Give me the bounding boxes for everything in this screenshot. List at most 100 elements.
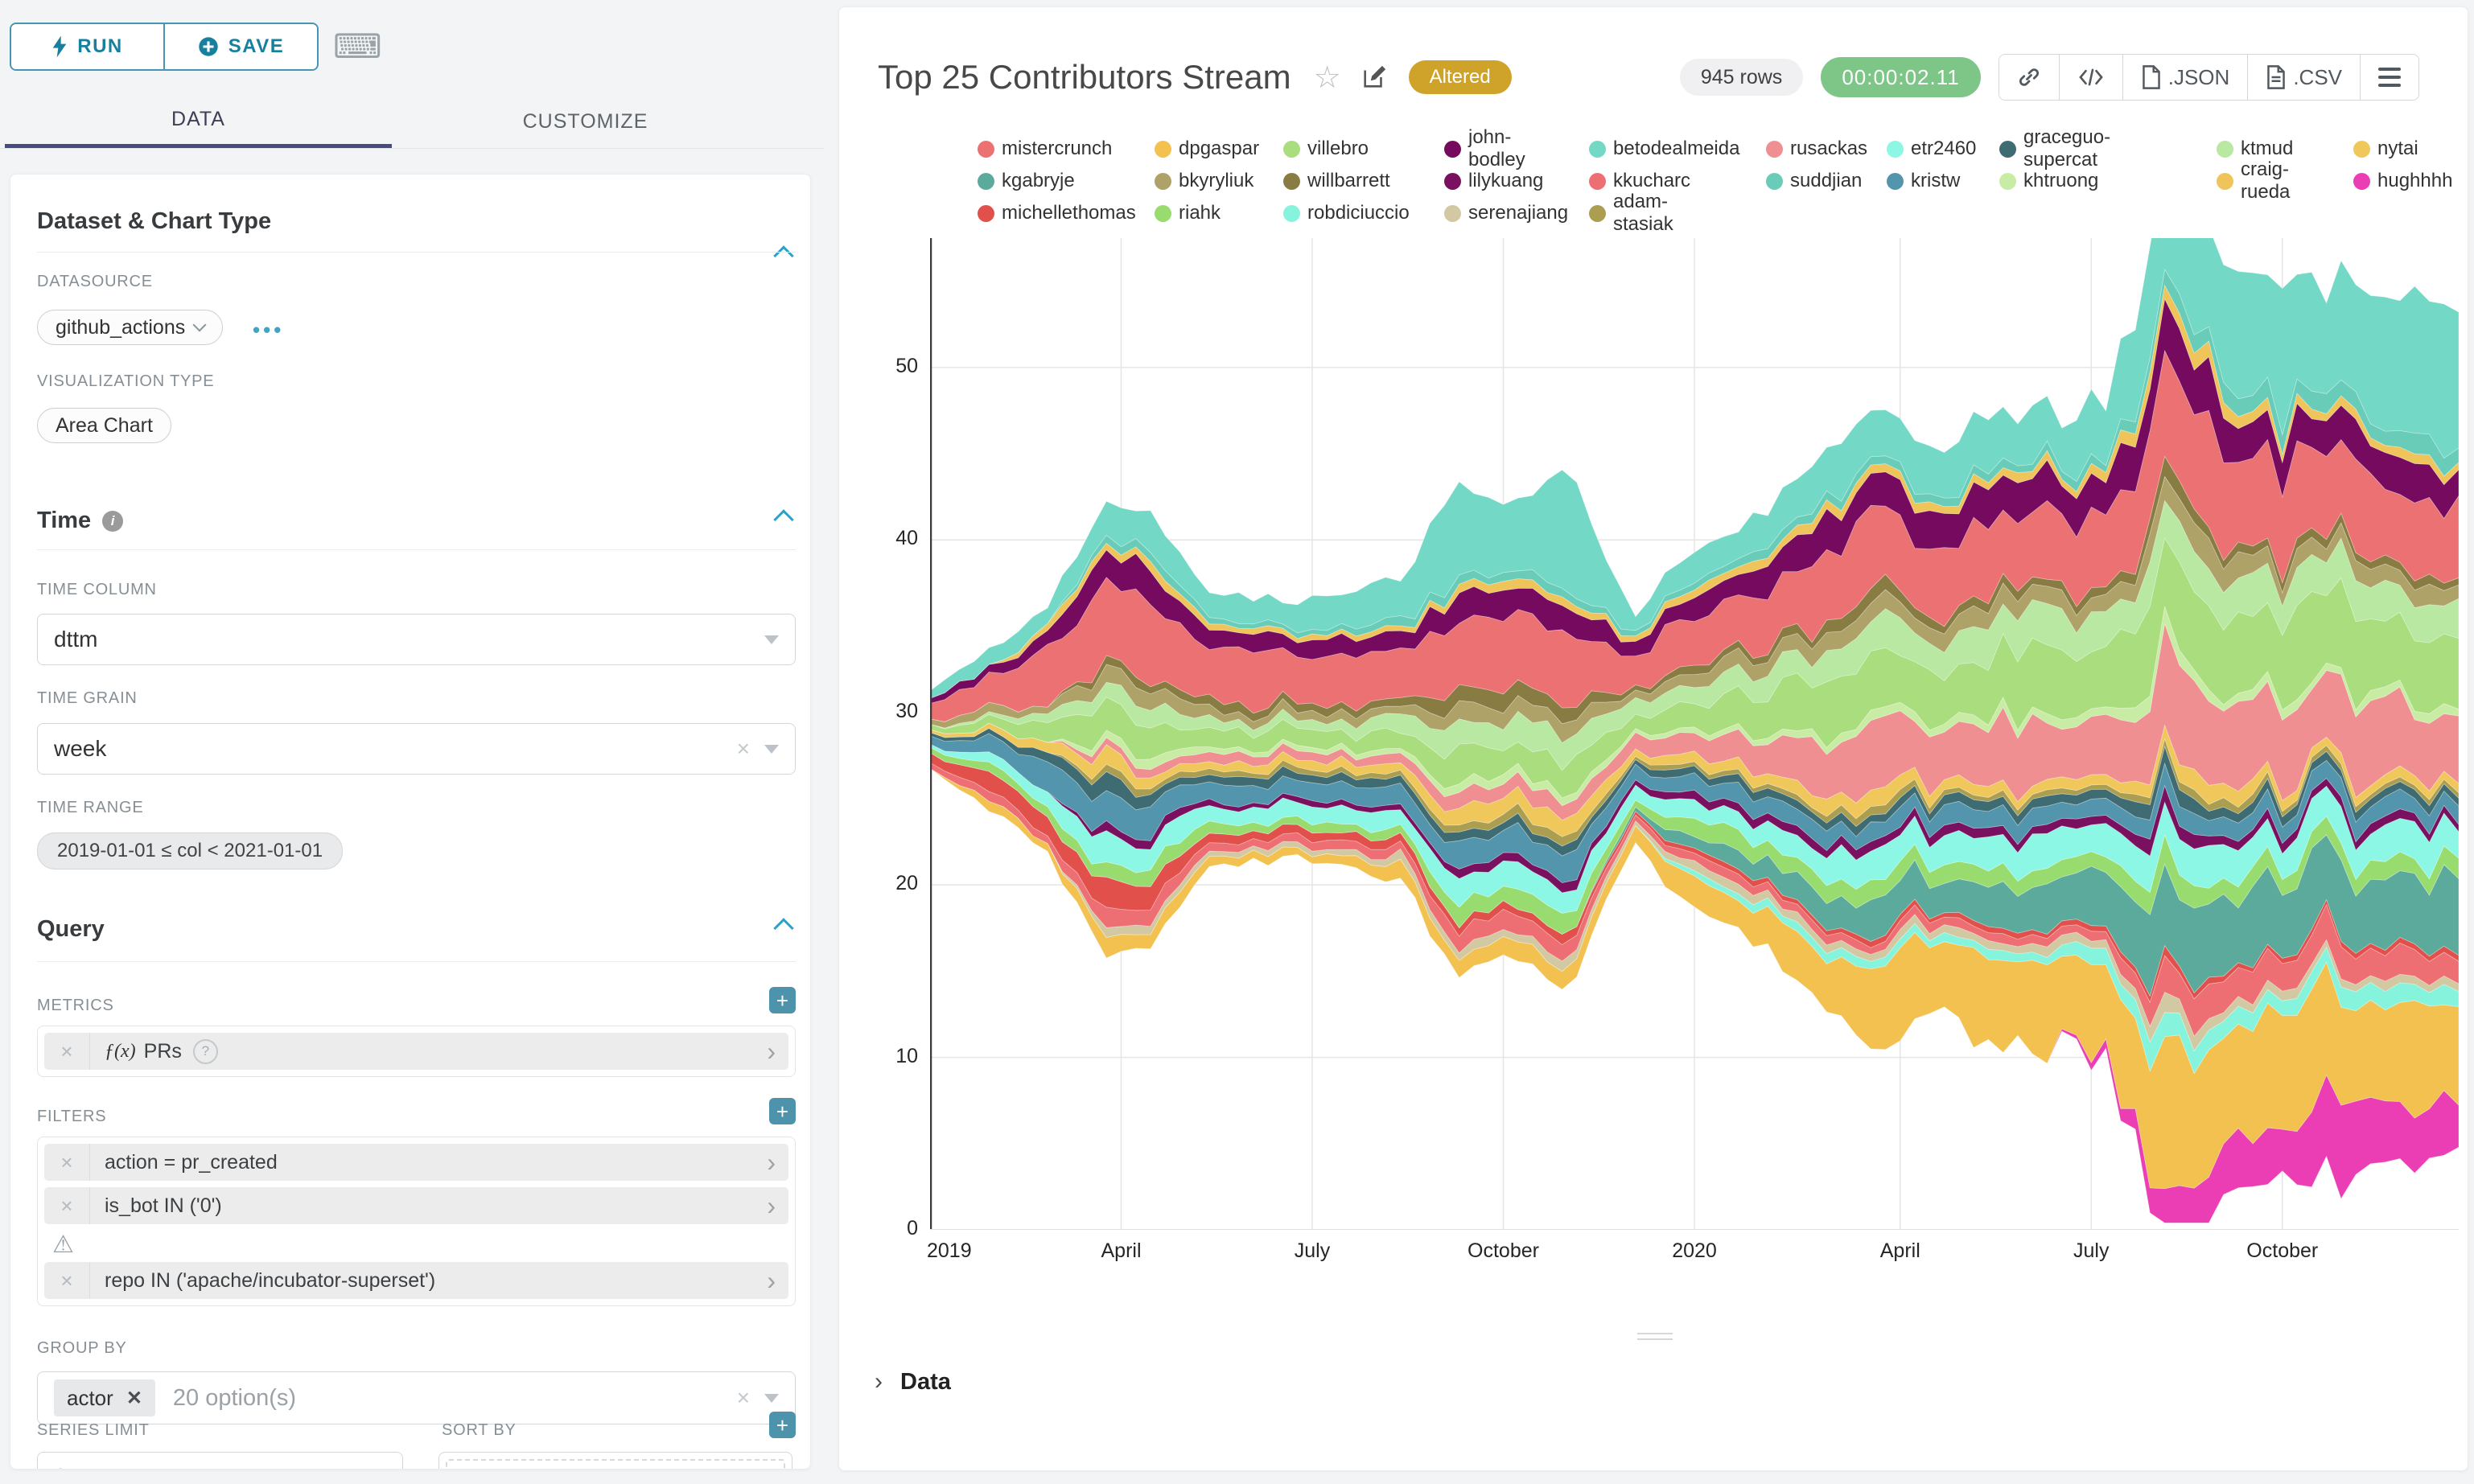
metric-value: PRs: [144, 1040, 182, 1063]
collapse-icon[interactable]: [773, 245, 793, 265]
legend-label: serenajiang: [1468, 202, 1568, 224]
sort-by-select[interactable]: [438, 1452, 792, 1470]
lightning-icon: [51, 35, 68, 58]
y-tick-label: 30: [841, 700, 918, 723]
add-metric-button[interactable]: +: [769, 987, 796, 1013]
resize-handle[interactable]: [1637, 1333, 1673, 1344]
legend-dot-icon: [1444, 205, 1461, 222]
info-icon: i: [102, 511, 123, 532]
legend-item[interactable]: kgabryje: [978, 166, 1075, 195]
stream-area-chart[interactable]: [930, 238, 2459, 1230]
time-column-value: dttm: [54, 627, 97, 652]
tab-data[interactable]: DATA: [5, 95, 392, 148]
chevron-right-icon: ›: [767, 1037, 788, 1067]
section-divider: [37, 549, 796, 550]
warning-icon: ⚠: [52, 1231, 788, 1259]
keyboard-shortcut-icon[interactable]: ⌨: [333, 30, 382, 64]
legend-label: kristw: [1911, 170, 1960, 192]
legend-dot-icon: [978, 205, 994, 222]
metric-pill[interactable]: × ƒ(x) PRs ? ›: [44, 1033, 788, 1070]
legend-label: mistercrunch: [1002, 138, 1112, 160]
run-button[interactable]: RUN: [11, 24, 163, 69]
control-panel: RUN SAVE ⌨ DATA CUSTOMIZE Dataset & Char…: [0, 0, 824, 1484]
legend-item[interactable]: mistercrunch: [978, 134, 1112, 163]
collapse-icon[interactable]: [773, 509, 793, 529]
legend-item[interactable]: kristw: [1887, 166, 1960, 195]
series-limit-input[interactable]: 25: [37, 1452, 403, 1470]
clear-icon[interactable]: ×: [737, 1385, 750, 1411]
time-grain-select[interactable]: week ×: [37, 723, 796, 775]
legend-item[interactable]: craig-rueda: [2217, 166, 2290, 195]
group-by-tag[interactable]: actor ✕: [54, 1379, 155, 1416]
legend-item[interactable]: bkyryliuk: [1155, 166, 1253, 195]
time-column-select[interactable]: dttm: [37, 614, 796, 665]
filter-pill[interactable]: × action = pr_created ›: [44, 1144, 788, 1181]
legend-item[interactable]: john-bodley: [1444, 134, 1525, 163]
menu-button[interactable]: [2361, 55, 2418, 100]
legend-item[interactable]: suddjian: [1766, 166, 1862, 195]
datasource-label: DATASOURCE: [37, 273, 153, 291]
legend-dot-icon: [1887, 141, 1904, 158]
viz-type-select[interactable]: Area Chart: [37, 408, 171, 443]
filter-pill[interactable]: × repo IN ('apache/incubator-superset') …: [44, 1262, 788, 1299]
collapse-icon[interactable]: [773, 918, 793, 938]
legend-item[interactable]: serenajiang: [1444, 199, 1568, 228]
favorite-star-icon[interactable]: ☆: [1314, 60, 1341, 96]
export-json-button[interactable]: .JSON: [2123, 55, 2249, 100]
legend-item[interactable]: lilykuang: [1444, 166, 1543, 195]
legend-item[interactable]: michellethomas: [978, 199, 1136, 228]
copy-link-button[interactable]: [1999, 55, 2060, 100]
tab-customize[interactable]: CUSTOMIZE: [392, 95, 779, 148]
legend-dot-icon: [1999, 173, 2016, 190]
remove-icon[interactable]: ✕: [126, 1387, 142, 1410]
group-by-select[interactable]: actor ✕ 20 option(s) ×: [37, 1371, 796, 1424]
legend-item[interactable]: riahk: [1155, 199, 1221, 228]
legend-item[interactable]: khtruong: [1999, 166, 2098, 195]
legend-dot-icon: [1283, 141, 1300, 158]
add-sort-button[interactable]: +: [769, 1412, 796, 1438]
remove-icon[interactable]: ×: [44, 1262, 90, 1299]
legend-dot-icon: [1155, 173, 1171, 190]
dropdown-caret-icon: [764, 1394, 779, 1403]
legend-dot-icon: [1766, 173, 1783, 190]
datasource-select[interactable]: github_actions: [37, 310, 223, 345]
embed-code-button[interactable]: [2060, 55, 2123, 100]
legend-item[interactable]: hughhhh: [2353, 166, 2452, 195]
datasource-more-icon[interactable]: •••: [253, 318, 284, 343]
filter-value: repo IN ('apache/incubator-superset'): [105, 1269, 435, 1293]
time-range-pill[interactable]: 2019-01-01 ≤ col < 2021-01-01: [37, 832, 343, 869]
y-tick-label: 40: [841, 527, 918, 550]
section-time-title: Time i: [37, 508, 796, 534]
remove-icon[interactable]: ×: [44, 1144, 90, 1181]
panel-tabs: DATA CUSTOMIZE: [0, 95, 824, 149]
clear-icon[interactable]: ×: [737, 736, 750, 762]
legend-item[interactable]: graceguo-supercat: [1999, 134, 2110, 163]
add-filter-button[interactable]: +: [769, 1098, 796, 1124]
remove-icon[interactable]: ×: [44, 1187, 90, 1224]
legend-item[interactable]: betodealmeida: [1589, 134, 1739, 163]
legend-item[interactable]: dpgaspar: [1155, 134, 1259, 163]
legend-item[interactable]: robdiciuccio: [1283, 199, 1410, 228]
chevron-right-icon: ›: [767, 1148, 788, 1178]
export-csv-button[interactable]: .CSV: [2248, 55, 2361, 100]
legend-item[interactable]: villebro: [1283, 134, 1369, 163]
save-button[interactable]: SAVE: [165, 24, 317, 69]
data-section-toggle[interactable]: › Data: [875, 1368, 951, 1396]
remove-icon[interactable]: ×: [44, 1033, 90, 1070]
filter-pill[interactable]: × is_bot IN ('0') ›: [44, 1187, 788, 1224]
legend-dot-icon: [1589, 173, 1606, 190]
legend-label: lilykuang: [1468, 170, 1543, 192]
legend-item[interactable]: nytai: [2353, 134, 2418, 163]
edit-title-icon[interactable]: [1360, 64, 1388, 91]
legend-label: etr2460: [1911, 138, 1976, 160]
chart-header: Top 25 Contributors Stream ☆ Altered 945…: [878, 49, 2419, 105]
legend-dot-icon: [1444, 141, 1461, 158]
legend-item[interactable]: adam-stasiak: [1589, 199, 1673, 228]
x-tick-label: October: [2226, 1239, 2339, 1263]
legend-item[interactable]: rusackas: [1766, 134, 1867, 163]
legend-dot-icon: [978, 141, 994, 158]
legend-label: bkyryliuk: [1179, 170, 1253, 192]
legend-item[interactable]: willbarrett: [1283, 166, 1390, 195]
json-label: .JSON: [2168, 65, 2230, 90]
legend-item[interactable]: etr2460: [1887, 134, 1976, 163]
